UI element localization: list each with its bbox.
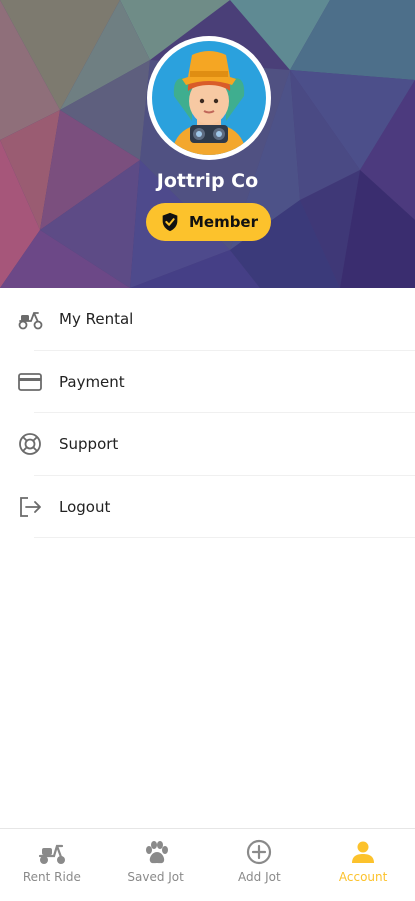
- logout-icon: [20, 496, 41, 517]
- account-menu: My Rental Payment Support Logout: [0, 288, 415, 538]
- paw-icon: [145, 841, 168, 864]
- nav-tab-label: Account: [338, 870, 388, 884]
- scooter-icon: [18, 312, 43, 330]
- menu-item-support[interactable]: Support: [0, 413, 415, 476]
- menu-item-label: My Rental: [59, 310, 134, 329]
- explorer-avatar-illustration: [152, 41, 266, 155]
- nav-tab-add-jot[interactable]: Add Jot: [208, 829, 312, 901]
- nav-tab-label: Add Jot: [238, 870, 281, 884]
- menu-item-label: Logout: [59, 497, 111, 516]
- nav-tab-label: Rent Ride: [22, 870, 81, 884]
- member-badge: Member: [146, 203, 271, 241]
- avatar[interactable]: [147, 36, 271, 160]
- shield-check-icon: [162, 212, 178, 232]
- credit-card-icon: [18, 372, 42, 391]
- profile-name: Jottrip Co: [156, 170, 259, 192]
- menu-item-label: Payment: [59, 372, 125, 391]
- scooter-icon: [38, 844, 65, 864]
- person-icon: [352, 841, 375, 863]
- divider: [34, 537, 415, 538]
- menu-item-logout[interactable]: Logout: [0, 476, 415, 538]
- bottom-navigation: Rent Ride Saved Jot Add Jot Account: [0, 828, 415, 901]
- nav-tab-account[interactable]: Account: [311, 829, 415, 901]
- nav-tab-saved-jot[interactable]: Saved Jot: [104, 829, 208, 901]
- nav-tab-label: Saved Jot: [127, 870, 184, 884]
- nav-tab-rent-ride[interactable]: Rent Ride: [0, 829, 104, 901]
- profile-header: Jottrip Co Member: [0, 0, 415, 288]
- menu-item-payment[interactable]: Payment: [0, 351, 415, 413]
- member-badge-label: Member: [188, 213, 259, 231]
- menu-item-label: Support: [59, 435, 119, 454]
- menu-item-my-rental[interactable]: My Rental: [0, 288, 415, 351]
- lifebuoy-icon: [19, 433, 41, 455]
- add-circle-icon: [247, 839, 272, 865]
